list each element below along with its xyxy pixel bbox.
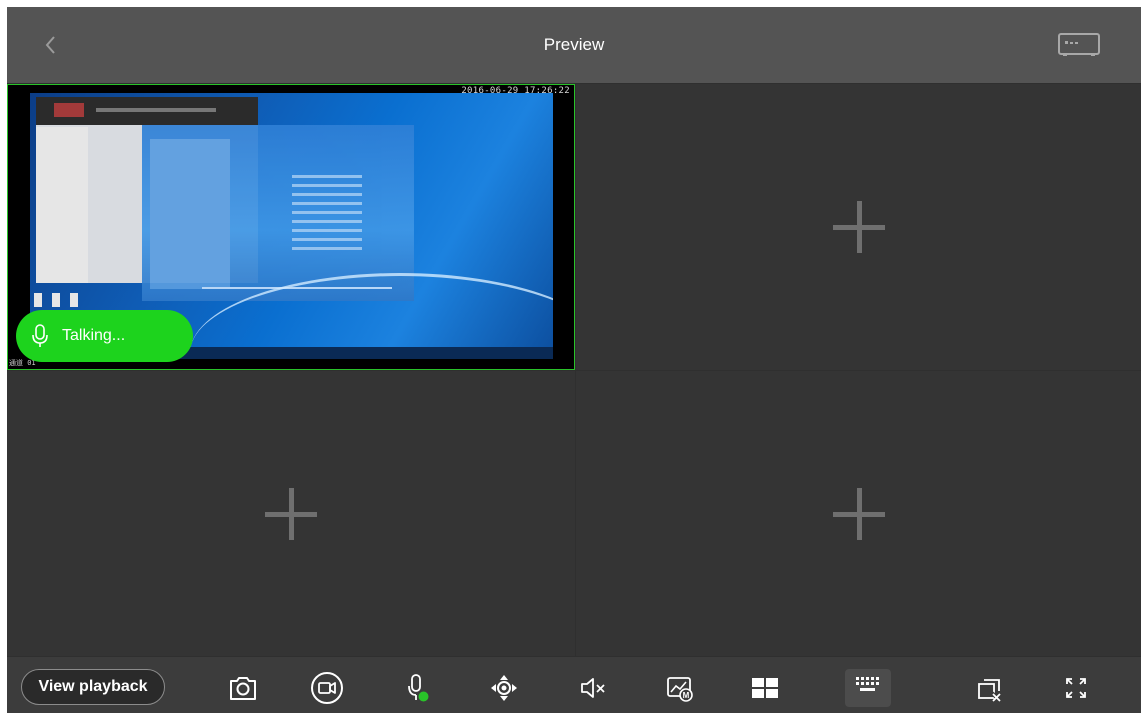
- view-playback-button[interactable]: View playback: [21, 669, 165, 705]
- stream-button[interactable]: M: [663, 671, 697, 705]
- talking-indicator[interactable]: Talking...: [16, 310, 193, 362]
- video-grid: 2016-06-29 17:26:22 通道 01 Talking...: [7, 84, 1141, 656]
- ptz-direction-icon: [491, 675, 517, 701]
- add-icon[interactable]: [827, 482, 891, 546]
- video-window-2[interactable]: [576, 84, 1141, 370]
- header-bar: Preview: [7, 7, 1141, 83]
- audio-button[interactable]: [576, 671, 610, 705]
- record-button[interactable]: [310, 671, 344, 705]
- fullscreen-button[interactable]: [1059, 671, 1093, 705]
- split-screen-button[interactable]: [748, 671, 782, 705]
- svg-text:M: M: [683, 691, 690, 700]
- speaker-muted-icon: [581, 678, 605, 698]
- talking-status-label: Talking...: [62, 327, 126, 344]
- video-window-4[interactable]: [576, 371, 1141, 656]
- close-all-windows-icon: [978, 679, 1002, 703]
- video-window-1[interactable]: 2016-06-29 17:26:22 通道 01 Talking...: [7, 84, 575, 370]
- video-window-3[interactable]: [7, 371, 575, 656]
- nvr-device-icon: [1058, 33, 1100, 56]
- microphone-active-icon: [408, 674, 429, 702]
- video-timestamp: 2016-06-29 17:26:22: [461, 86, 570, 96]
- bottom-toolbar: View playback M: [7, 657, 1141, 713]
- fullscreen-icon: [1066, 678, 1086, 698]
- camera-icon: [230, 677, 256, 700]
- add-icon[interactable]: [259, 482, 323, 546]
- keyboard-icon: [856, 677, 879, 691]
- grid-layout-icon: [752, 678, 778, 698]
- close-all-button[interactable]: [973, 671, 1007, 705]
- snapshot-button[interactable]: [226, 671, 260, 705]
- video-record-icon: [311, 672, 343, 704]
- add-icon[interactable]: [827, 195, 891, 259]
- microphone-icon: [32, 324, 48, 347]
- keyboard-button[interactable]: [845, 669, 891, 707]
- page-title: Preview: [543, 35, 605, 54]
- preview-screen: Preview 2016-06-29 17:26:22 通道 01 Talkin…: [7, 7, 1141, 713]
- device-button[interactable]: [1057, 32, 1101, 58]
- talk-button[interactable]: [400, 671, 434, 705]
- stream-quality-icon: M: [667, 677, 693, 702]
- ptz-button[interactable]: [487, 671, 521, 705]
